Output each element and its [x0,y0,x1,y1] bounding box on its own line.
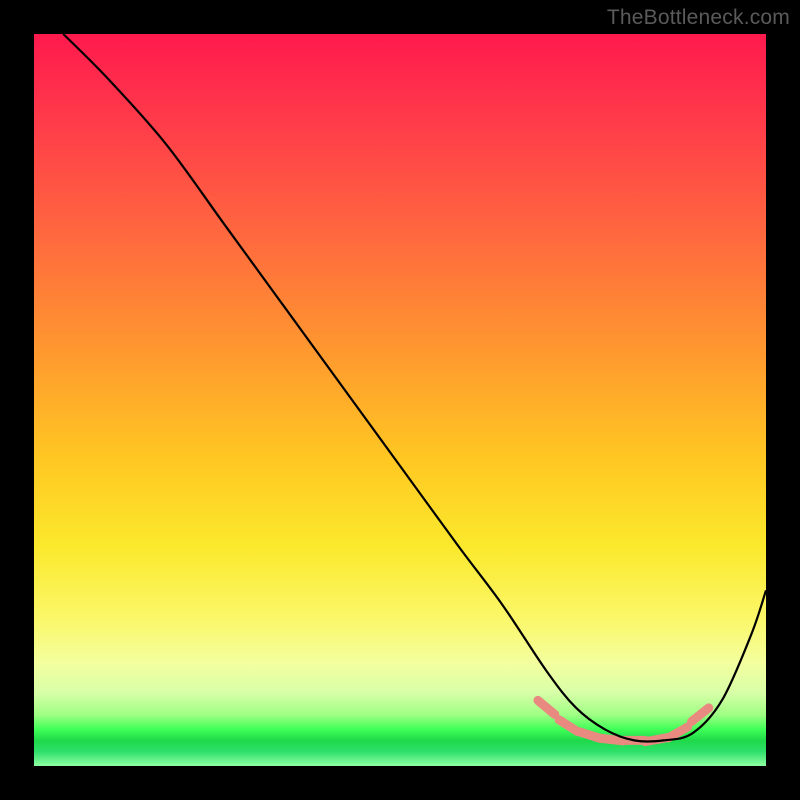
bottleneck-curve [63,34,766,742]
chart-frame: TheBottleneck.com [0,0,800,800]
watermark-text: TheBottleneck.com [607,6,790,30]
highlight-dash [538,700,555,714]
highlight-band [538,700,709,741]
highlight-dash [692,708,709,722]
curve-layer [34,34,766,766]
highlight-dash [559,720,578,732]
plot-area [34,34,766,766]
